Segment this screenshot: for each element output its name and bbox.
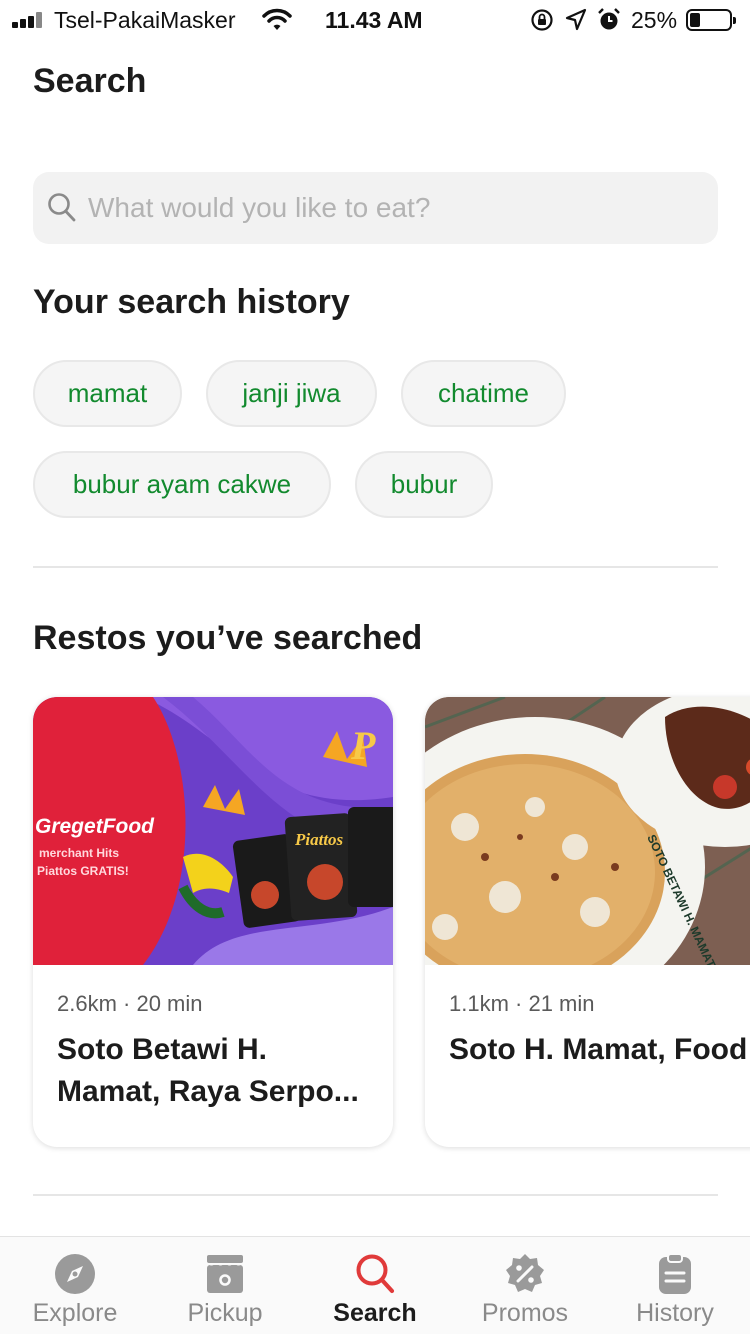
resto-distance-time: 2.6km · 20 min [57,991,203,1016]
battery-level-fill [690,13,700,27]
resto-name: Soto Betawi H. Mamat, Raya Serpo... [57,1033,359,1108]
status-bar: Tsel-PakaiMasker 11.43 AM 25% [0,0,750,42]
soto-bowl-photo: SOTO BETAWI H. MAMAT [425,697,750,965]
compass-icon [55,1254,95,1294]
rotation-lock-icon [531,9,553,31]
nav-promos-label: Promos [481,1299,569,1327]
nav-pickup[interactable]: Pickup [150,1237,300,1334]
search-bar[interactable] [33,172,718,244]
section-divider [33,1194,718,1196]
page-title: Search [33,62,147,100]
product-brand-text: Piattos [294,830,344,849]
battery-icon [686,9,736,31]
search-input[interactable] [88,186,688,230]
promo-line-text: merchant Hits [39,846,119,860]
history-chip[interactable]: bubur ayam cakwe [33,451,331,518]
nav-history[interactable]: History [600,1237,750,1334]
nav-promos[interactable]: Promos [450,1237,600,1334]
resto-card[interactable]: SOTO BETAWI H. MAMAT 1.1km · 21 min Soto… [425,697,750,1147]
carrier-name: Tsel-PakaiMasker [54,7,236,33]
history-chip[interactable]: chatime [401,360,566,427]
history-chip[interactable]: bubur [355,451,493,518]
search-history-title: Your search history [33,283,350,321]
resto-name: Soto H. Mamat, Food Carnival Aeon Mall [449,1033,750,1066]
nav-pickup-label: Pickup [187,1299,263,1327]
signal-strength-icon [12,12,46,28]
history-clipboard-icon [659,1253,691,1294]
section-divider [33,566,718,568]
history-chip[interactable]: mamat [33,360,182,427]
promo-line-text: Piattos GRATIS! [37,864,129,878]
search-icon [356,1254,395,1294]
search-icon [48,193,76,222]
nav-search-label: Search [333,1299,417,1327]
resto-food-image: SOTO BETAWI H. MAMAT [425,697,750,965]
restos-searched-title: Restos you’ve searched [33,619,423,657]
promo-percent-icon [506,1254,544,1292]
location-arrow-icon [565,8,587,31]
nav-explore[interactable]: Explore [0,1237,150,1334]
clock-time: 11.43 AM [325,7,423,33]
battery-percent: 25% [631,7,678,33]
wifi-icon [262,8,292,30]
bottom-navigation: Explore Pickup Search Promos History [0,1236,750,1334]
nav-history-label: History [636,1299,714,1327]
nav-explore-label: Explore [32,1299,118,1327]
svg-text:P: P [350,723,376,768]
promo-banner-illustration: GregetFood merchant Hits Piattos GRATIS!… [33,697,393,965]
history-chip[interactable]: janji jiwa [206,360,377,427]
resto-card[interactable]: GregetFood merchant Hits Piattos GRATIS!… [33,697,393,1147]
alarm-clock-icon [598,8,620,30]
promo-brand-text: GregetFood [35,815,155,838]
nav-search[interactable]: Search [300,1237,450,1334]
resto-distance-time: 1.1km · 21 min [449,991,595,1016]
pickup-store-icon [207,1255,243,1293]
resto-promo-image: GregetFood merchant Hits Piattos GRATIS!… [33,697,393,965]
